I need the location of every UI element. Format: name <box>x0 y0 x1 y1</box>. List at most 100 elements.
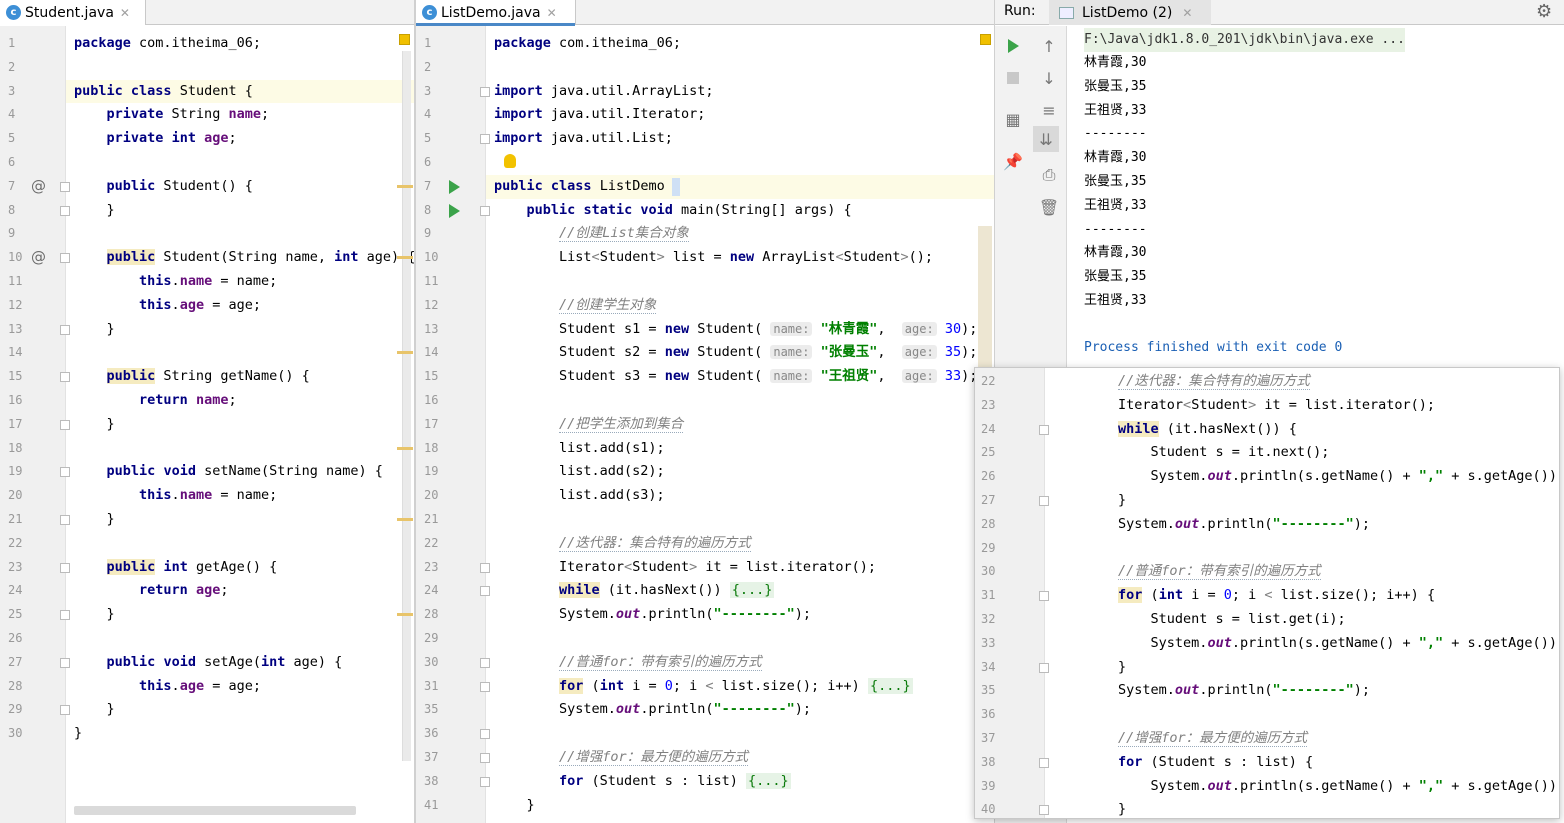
code-text[interactable]: //创建学生对象 <box>494 294 657 318</box>
code-text[interactable]: } <box>74 722 82 746</box>
console-line[interactable]: Process finished with exit code 0 <box>1084 336 1342 360</box>
code-text[interactable]: Student s = list.get(i); <box>1053 608 1346 632</box>
code-text[interactable]: System.out.println("--------"); <box>494 698 811 722</box>
line-number[interactable]: 24 <box>975 418 1005 442</box>
close-icon[interactable]: ✕ <box>1182 6 1192 20</box>
code-text[interactable]: import java.util.ArrayList; <box>494 80 713 104</box>
code-line[interactable]: 3 public class Student { <box>8 79 414 104</box>
code-text[interactable]: } <box>1053 656 1126 680</box>
code-line[interactable]: 37 //增强for：最方便的遍历方式 <box>975 727 1559 751</box>
code-line[interactable]: 9 <box>0 222 414 246</box>
code-text[interactable]: System.out.println("--------"); <box>1053 513 1370 537</box>
line-number[interactable]: 36 <box>975 703 1005 727</box>
code-text[interactable]: private String name; <box>74 103 270 127</box>
code-text[interactable]: } <box>74 318 115 342</box>
code-text[interactable]: Iterator<Student> it = list.iterator(); <box>494 556 876 580</box>
code-line[interactable]: 21 <box>416 508 994 532</box>
line-number[interactable]: 2 <box>0 56 30 80</box>
code-text[interactable]: Student s = it.next(); <box>1053 441 1330 465</box>
line-number[interactable]: 38 <box>416 770 446 794</box>
line-number[interactable]: 31 <box>975 584 1005 608</box>
code-text[interactable]: //普通for：带有索引的遍历方式 <box>1053 560 1321 584</box>
line-number[interactable]: 30 <box>0 722 30 746</box>
code-text[interactable]: public int getAge() { <box>74 556 277 580</box>
line-number[interactable]: 16 <box>0 389 30 413</box>
fold-marker-icon[interactable] <box>480 205 490 216</box>
line-number[interactable]: 8 <box>0 199 30 223</box>
line-number[interactable]: 39 <box>975 775 1005 799</box>
horizontal-scrollbar[interactable] <box>74 806 356 815</box>
code-text[interactable]: private int age; <box>74 127 237 151</box>
line-number[interactable]: 6 <box>0 151 30 175</box>
student-editor[interactable]: 1 package com.itheima_06; 2 3 public class S… <box>0 26 414 823</box>
code-line[interactable]: 33 System.out.println(s.getName() + "," … <box>975 632 1559 656</box>
code-line[interactable]: 25 Student s = it.next(); <box>975 441 1559 465</box>
code-line[interactable]: 29 <box>416 627 994 651</box>
line-number[interactable]: 40 <box>975 798 1005 818</box>
line-number[interactable]: 6 <box>416 151 446 175</box>
line-number[interactable]: 37 <box>416 746 446 770</box>
line-number[interactable]: 16 <box>416 389 446 413</box>
code-line[interactable]: 17 //把学生添加到集合 <box>416 413 994 437</box>
code-line[interactable]: 12 this.age = age; <box>0 294 414 318</box>
code-line[interactable]: 24 return age; <box>0 579 414 603</box>
line-number[interactable]: 12 <box>416 294 446 318</box>
line-number[interactable]: 31 <box>416 675 446 699</box>
code-text[interactable]: for (Student s : list) {...} <box>494 770 791 794</box>
fold-marker-icon[interactable] <box>480 586 490 597</box>
code-line[interactable]: 22 //迭代器：集合特有的遍历方式 <box>416 532 994 556</box>
code-line[interactable]: 30 //普通for：带有索引的遍历方式 <box>416 651 994 675</box>
run-tab[interactable]: ListDemo (2) ✕ <box>1049 0 1211 25</box>
code-text[interactable]: } <box>74 698 115 722</box>
code-text[interactable]: Iterator<Student> it = list.iterator(); <box>1053 394 1435 418</box>
code-line[interactable]: 16 return name; <box>0 389 414 413</box>
print-icon[interactable]: ⎙ <box>1036 162 1062 188</box>
line-number[interactable]: 13 <box>416 318 446 342</box>
line-number[interactable]: 27 <box>0 651 30 675</box>
line-number[interactable]: 9 <box>416 222 446 246</box>
line-number[interactable]: 1 <box>0 32 30 56</box>
console-line[interactable]: -------- <box>1084 218 1147 242</box>
fold-marker-icon[interactable] <box>480 776 490 787</box>
line-number[interactable]: 23 <box>416 556 446 580</box>
code-line[interactable]: 34 } <box>975 656 1559 680</box>
vertical-scrollbar[interactable] <box>402 51 411 761</box>
line-number[interactable]: 19 <box>416 460 446 484</box>
code-line[interactable]: 18 <box>0 437 414 461</box>
code-line[interactable]: 26 <box>0 627 414 651</box>
fold-marker-icon[interactable] <box>60 467 70 478</box>
fold-marker-icon[interactable] <box>1039 591 1049 602</box>
console-line[interactable]: 王祖贤,33 <box>1084 99 1146 123</box>
code-line[interactable]: 31 for (int i = 0; i < list.size(); i++)… <box>975 584 1559 608</box>
line-number[interactable]: 1 <box>416 32 446 56</box>
code-text[interactable]: } <box>74 508 115 532</box>
console-line[interactable]: 林青霞,30 <box>1084 241 1146 265</box>
code-line[interactable]: 22 <box>0 532 414 556</box>
code-line[interactable]: 5 import java.util.List; <box>416 127 994 151</box>
code-text[interactable]: //迭代器：集合特有的遍历方式 <box>494 532 751 556</box>
code-line[interactable]: 13 Student s1 = new Student( name: "林青霞"… <box>416 318 994 342</box>
code-text[interactable]: this.name = name; <box>74 270 277 294</box>
code-line[interactable]: 35 System.out.println("--------"); <box>416 698 994 722</box>
stop-icon[interactable] <box>1000 65 1026 91</box>
line-number[interactable]: 29 <box>416 627 446 651</box>
code-line[interactable]: 38 for (Student s : list) { <box>975 751 1559 775</box>
line-number[interactable]: 28 <box>0 675 30 699</box>
line-number[interactable]: 38 <box>975 751 1005 775</box>
code-line[interactable]: 6 <box>0 151 414 175</box>
code-text[interactable]: } <box>74 413 115 437</box>
code-text[interactable]: Student s3 = new Student( name: "王祖贤", a… <box>494 365 977 389</box>
line-number[interactable]: 35 <box>416 698 446 722</box>
code-text[interactable]: public String getName() { <box>74 365 310 389</box>
code-text[interactable]: public class Student { <box>74 80 253 104</box>
line-number[interactable]: 22 <box>416 532 446 556</box>
code-line[interactable]: 37 //增强for：最方便的遍历方式 <box>416 746 994 770</box>
code-text[interactable]: System.out.println("--------"); <box>494 603 811 627</box>
code-line[interactable]: 36 <box>416 722 994 746</box>
fold-marker-icon[interactable] <box>60 253 70 264</box>
line-number[interactable]: 13 <box>0 318 30 342</box>
line-number[interactable]: 7 <box>0 175 30 199</box>
fold-marker-icon[interactable] <box>1039 496 1049 506</box>
line-number[interactable]: 12 <box>0 294 30 318</box>
console-line[interactable]: 林青霞,30 <box>1084 146 1146 170</box>
